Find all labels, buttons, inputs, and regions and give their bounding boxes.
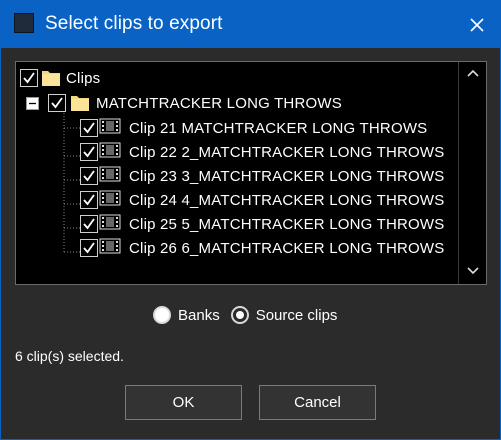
root-checkbox[interactable] bbox=[20, 69, 38, 87]
clips-tree[interactable]: Clips MATCHTRACKER LONG THROWS Clip 21 M… bbox=[15, 61, 487, 285]
export-dialog: Select clips to export Clips MATCHTRACKE… bbox=[0, 0, 501, 440]
film-icon bbox=[99, 189, 121, 211]
tree-root-row[interactable]: Clips bbox=[20, 67, 100, 89]
checkmark-icon bbox=[83, 218, 95, 230]
scroll-up-button[interactable] bbox=[459, 62, 486, 84]
clip-label: Clip 26 6_MATCHTRACKER LONG THROWS bbox=[126, 238, 448, 258]
clip-checkbox[interactable] bbox=[80, 191, 98, 209]
clip-label: Clip 21 MATCHTRACKER LONG THROWS bbox=[126, 118, 431, 138]
window-title: Select clips to export bbox=[45, 13, 223, 34]
clip-label: Clip 24 4_MATCHTRACKER LONG THROWS bbox=[126, 190, 448, 210]
tree-scrollbar[interactable] bbox=[458, 62, 486, 284]
export-mode-options: Banks Source clips bbox=[153, 306, 337, 324]
clip-row[interactable]: Clip 24 4_MATCHTRACKER LONG THROWS bbox=[80, 189, 448, 211]
film-icon bbox=[99, 117, 121, 139]
clip-row[interactable]: Clip 21 MATCHTRACKER LONG THROWS bbox=[80, 117, 431, 139]
clip-row[interactable]: Clip 22 2_MATCHTRACKER LONG THROWS bbox=[80, 141, 448, 163]
title-bar[interactable]: Select clips to export bbox=[1, 1, 500, 48]
checkmark-icon bbox=[51, 97, 63, 109]
source-clips-radio-label[interactable]: Source clips bbox=[256, 307, 338, 324]
ok-button[interactable]: OK bbox=[125, 385, 242, 420]
film-icon bbox=[99, 237, 121, 259]
cancel-button[interactable]: Cancel bbox=[259, 385, 376, 420]
selection-status: 6 clip(s) selected. bbox=[15, 348, 124, 364]
root-label: Clips bbox=[66, 69, 101, 87]
checkmark-icon bbox=[83, 194, 95, 206]
folder-icon bbox=[41, 68, 61, 88]
checkmark-icon bbox=[83, 146, 95, 158]
app-icon bbox=[14, 13, 34, 33]
clip-checkbox[interactable] bbox=[80, 215, 98, 233]
checkmark-icon bbox=[83, 122, 95, 134]
clip-label: Clip 22 2_MATCHTRACKER LONG THROWS bbox=[126, 142, 448, 162]
clip-row[interactable]: Clip 23 3_MATCHTRACKER LONG THROWS bbox=[80, 165, 448, 187]
folder-icon bbox=[70, 93, 90, 113]
close-button[interactable] bbox=[453, 1, 500, 48]
film-icon bbox=[99, 141, 121, 163]
tree-bank-row[interactable]: MATCHTRACKER LONG THROWS bbox=[48, 92, 342, 114]
bank-label: MATCHTRACKER LONG THROWS bbox=[96, 94, 342, 112]
minus-icon bbox=[29, 102, 36, 105]
bank-checkbox[interactable] bbox=[48, 94, 66, 112]
banks-radio-label[interactable]: Banks bbox=[178, 307, 220, 324]
close-icon bbox=[469, 17, 484, 32]
checkmark-icon bbox=[23, 72, 35, 84]
source-clips-radio[interactable] bbox=[230, 306, 249, 324]
clip-checkbox[interactable] bbox=[80, 119, 98, 137]
film-icon bbox=[99, 213, 121, 235]
clip-checkbox[interactable] bbox=[80, 239, 98, 257]
chevron-down-icon bbox=[466, 267, 479, 275]
clip-checkbox[interactable] bbox=[80, 167, 98, 185]
clip-row[interactable]: Clip 25 5_MATCHTRACKER LONG THROWS bbox=[80, 213, 448, 235]
clip-label: Clip 25 5_MATCHTRACKER LONG THROWS bbox=[126, 214, 448, 234]
checkmark-icon bbox=[83, 242, 95, 254]
checkmark-icon bbox=[83, 170, 95, 182]
scroll-down-button[interactable] bbox=[459, 260, 486, 282]
clip-checkbox[interactable] bbox=[80, 143, 98, 161]
film-icon bbox=[99, 165, 121, 187]
chevron-up-icon bbox=[466, 69, 479, 77]
clip-row[interactable]: Clip 26 6_MATCHTRACKER LONG THROWS bbox=[80, 237, 448, 259]
banks-radio[interactable] bbox=[153, 306, 171, 324]
collapse-toggle[interactable] bbox=[26, 97, 39, 110]
clip-label: Clip 23 3_MATCHTRACKER LONG THROWS bbox=[126, 166, 448, 186]
